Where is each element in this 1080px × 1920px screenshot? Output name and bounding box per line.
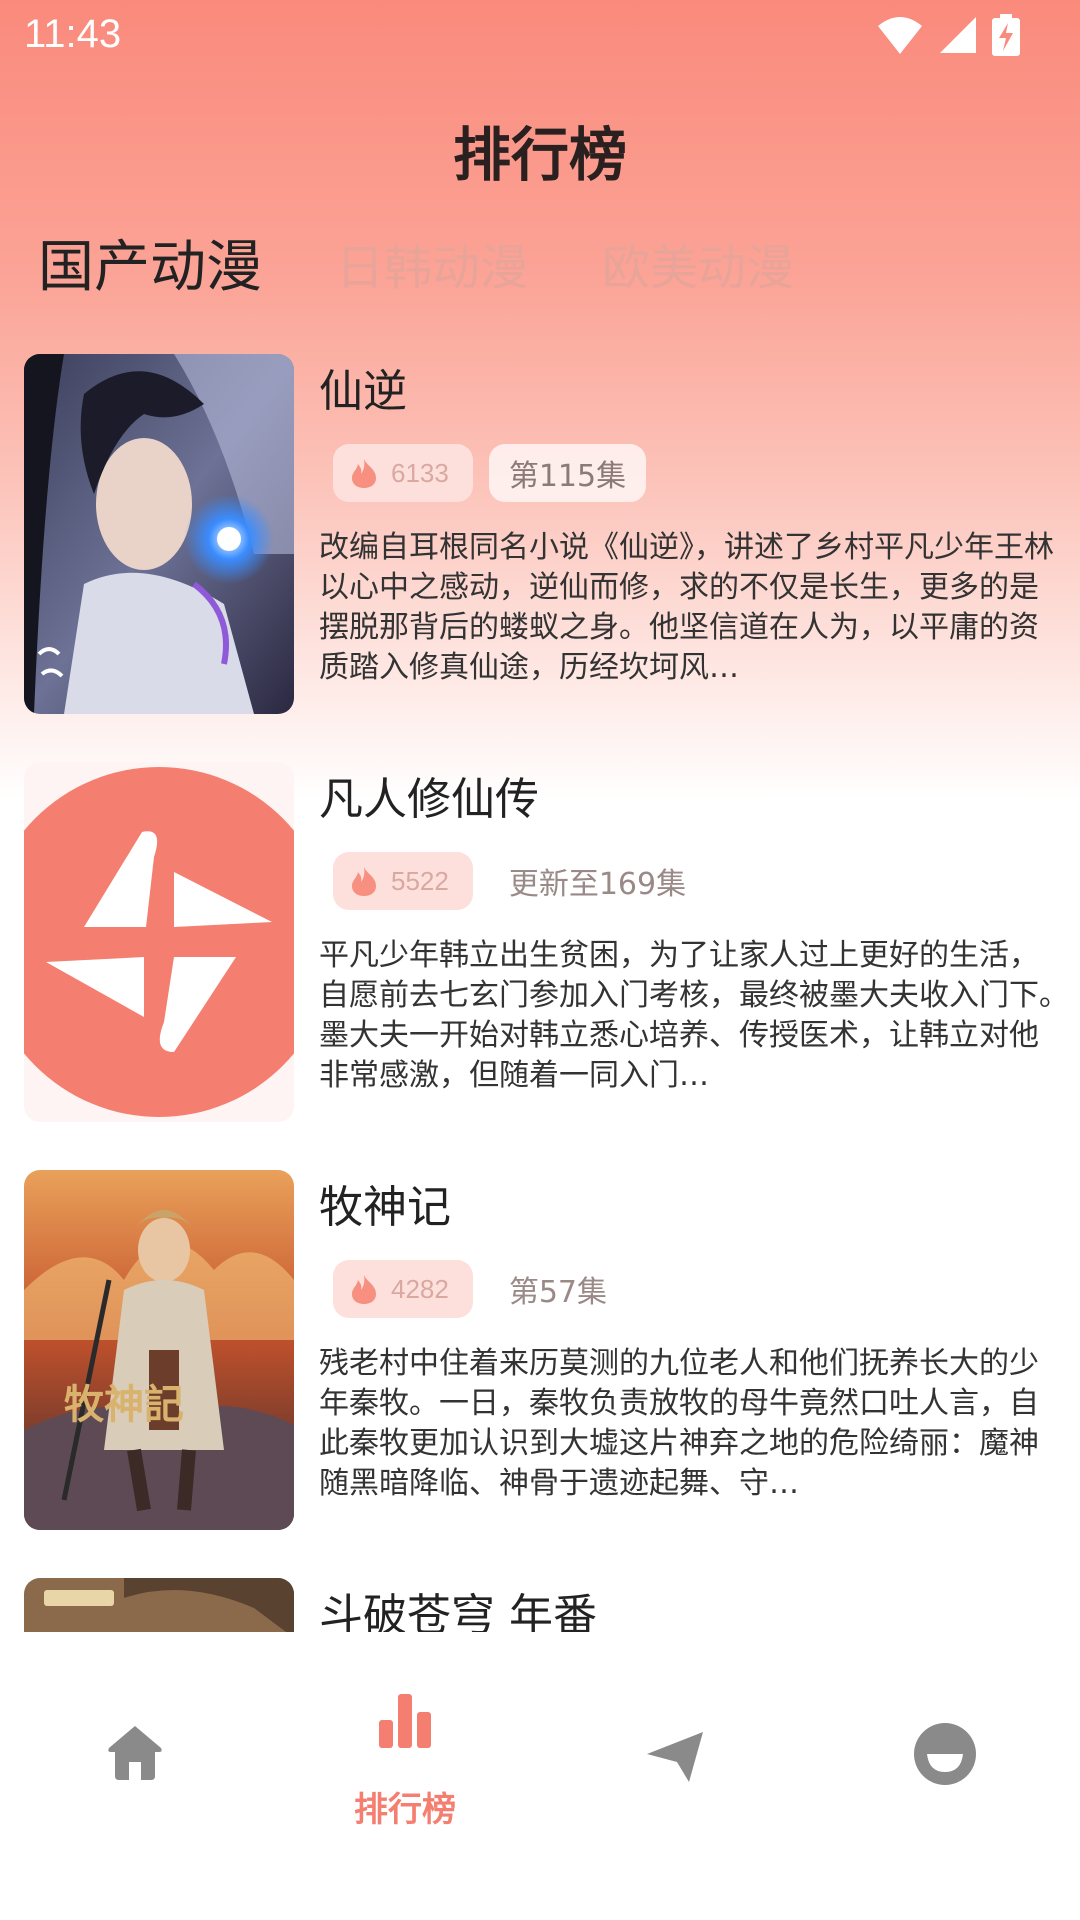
wifi-icon	[878, 17, 922, 54]
item-title[interactable]: 斗破苍穹 年番	[319, 1586, 1054, 1632]
item-description: 改编自耳根同名小说《仙逆》，讲述了乡村平凡少年王林以心中之感动，逆仙而修，求的不…	[319, 530, 1054, 685]
tab-western-anime[interactable]: 欧美动漫	[602, 228, 794, 298]
bar-chart-icon	[379, 1694, 431, 1748]
nav-rank-label: 排行榜	[354, 1790, 456, 1830]
list-item[interactable]: 斗破苍穹 年番	[24, 1578, 1054, 1632]
hot-count: 4282	[391, 1273, 449, 1304]
episode-badge: 更新至169集	[508, 867, 687, 902]
hot-badge: 6133	[333, 444, 473, 502]
hot-count: 5522	[391, 865, 449, 896]
category-tabs: 国产动漫 日韩动漫 欧美动漫	[38, 222, 794, 303]
signal-icon	[940, 17, 976, 53]
item-description: 残老村中住着来历莫测的九位老人和他们抚养长大的少年秦牧。一日，秦牧负责放牧的母牛…	[319, 1346, 1039, 1501]
hot-badge: 5522	[333, 852, 473, 910]
item-title[interactable]: 牧神记	[319, 1178, 1054, 1238]
hot-count: 6133	[391, 457, 449, 488]
cover-image[interactable]	[24, 762, 294, 1122]
paper-plane-icon	[647, 1732, 703, 1782]
ranking-list[interactable]: 仙逆 6133 第115集 改编自耳根同名小说《仙逆》，讲述了乡村平凡少年王林以…	[0, 354, 1080, 1632]
item-title[interactable]: 凡人修仙传	[319, 770, 1054, 830]
battery-icon	[992, 14, 1020, 56]
home-icon	[108, 1726, 162, 1780]
flame-icon	[352, 1275, 376, 1304]
list-item[interactable]: 牧神記 牧神记 4282 第57集 残老村中住着来历莫测的九位老人和他们抚养长大…	[24, 1170, 1054, 1530]
nav-profile[interactable]	[810, 1632, 1080, 1832]
bottom-navigation: 排行榜	[0, 1632, 1080, 1920]
nav-home[interactable]	[0, 1632, 270, 1832]
tab-japan-korea-anime[interactable]: 日韩动漫	[336, 228, 528, 298]
status-time: 11:43	[24, 12, 122, 56]
nav-discover[interactable]	[540, 1632, 810, 1832]
item-description: 平凡少年韩立出生贫困，为了让家人过上更好的生活，自愿前去七玄门参加入门考核，最终…	[319, 938, 1054, 1093]
svg-text:牧神記: 牧神記	[64, 1381, 184, 1428]
flame-icon	[352, 867, 376, 896]
cover-image[interactable]: 牧神記	[24, 1170, 294, 1530]
episode-badge: 第57集	[508, 1275, 608, 1310]
episode-badge: 第115集	[488, 444, 647, 502]
status-bar: 11:43	[0, 0, 1080, 80]
page-title: 排行榜	[452, 121, 627, 189]
list-item[interactable]: 凡人修仙传 5522 更新至169集 平凡少年韩立出生贫困，为了让家人过上更好的…	[24, 762, 1054, 1122]
profile-icon	[914, 1723, 976, 1785]
status-icons	[876, 14, 1020, 56]
item-title[interactable]: 仙逆	[319, 362, 1054, 422]
cover-image[interactable]	[24, 1578, 294, 1632]
cover-image[interactable]	[24, 354, 294, 714]
hot-badge: 4282	[333, 1260, 473, 1318]
list-item[interactable]: 仙逆 6133 第115集 改编自耳根同名小说《仙逆》，讲述了乡村平凡少年王林以…	[24, 354, 1054, 714]
nav-rank[interactable]: 排行榜	[270, 1632, 540, 1832]
flame-icon	[352, 459, 376, 488]
tab-domestic-anime[interactable]: 国产动漫	[38, 222, 262, 303]
